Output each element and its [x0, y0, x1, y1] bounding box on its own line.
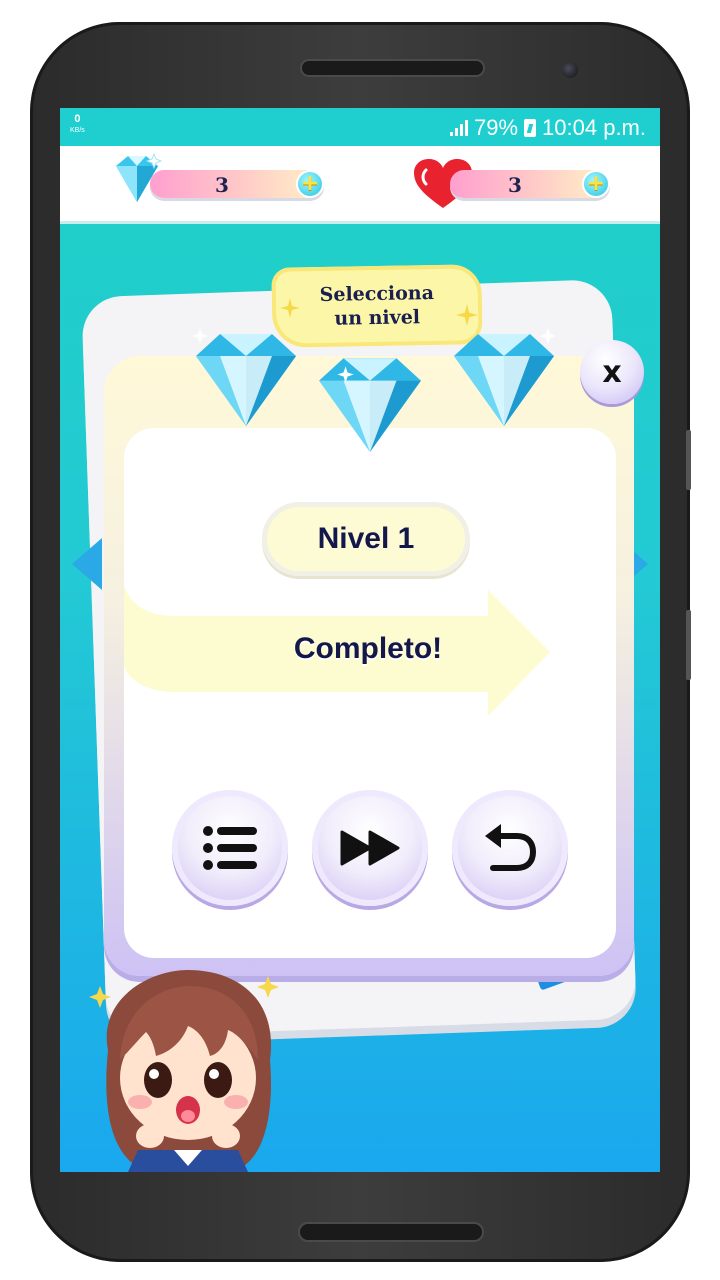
volume-button: [686, 430, 691, 490]
status-icons: 79% 10:04 p.m.: [450, 115, 646, 141]
star-gem-1: [192, 328, 296, 426]
level-label: Nivel 1: [262, 502, 470, 576]
previous-page-arrow[interactable]: [72, 538, 102, 590]
status-bar: 0 KB/s 79% 10:04 p.m.: [60, 108, 660, 146]
signal-icon: [450, 120, 468, 136]
front-camera: [562, 62, 578, 78]
title-line-2: un nivel: [334, 306, 421, 330]
resource-header: 3 + 3 +: [60, 146, 660, 224]
plus-icon: +: [300, 171, 320, 196]
mascot-girl: [89, 970, 279, 1172]
level-menu-button[interactable]: [172, 790, 288, 906]
lives-value: 3: [508, 173, 522, 197]
bottom-speaker: [298, 1222, 484, 1242]
undo-icon: [485, 824, 537, 871]
battery-percentage: 79%: [474, 115, 519, 140]
lives-counter: 3 +: [450, 170, 610, 198]
gems-counter: 3 +: [150, 170, 324, 198]
close-button[interactable]: x: [580, 340, 644, 404]
add-lives-button[interactable]: +: [582, 170, 610, 198]
power-button: [686, 610, 691, 680]
gems-value: 3: [215, 173, 229, 197]
network-speed-value: 0: [74, 113, 81, 125]
network-speed: 0 KB/s: [70, 114, 85, 136]
close-icon: x: [602, 354, 622, 390]
list-icon: [203, 826, 257, 870]
clock: 10:04 p.m.: [542, 115, 646, 140]
title-line-1: Selecciona: [319, 282, 435, 306]
retry-level-button[interactable]: [452, 790, 568, 906]
network-speed-unit: KB/s: [70, 127, 85, 134]
plus-icon: +: [586, 171, 606, 196]
sparkle-icon: [280, 298, 300, 318]
completion-status: Completo!: [293, 632, 443, 665]
level-label-text: Nivel 1: [317, 522, 415, 555]
add-gems-button[interactable]: +: [296, 170, 324, 198]
next-level-button[interactable]: [312, 790, 428, 906]
star-gem-2: [319, 358, 421, 452]
star-gem-3: [454, 328, 556, 426]
earpiece-speaker: [300, 59, 485, 77]
fast-forward-icon: [340, 830, 400, 866]
battery-icon: [524, 119, 537, 137]
